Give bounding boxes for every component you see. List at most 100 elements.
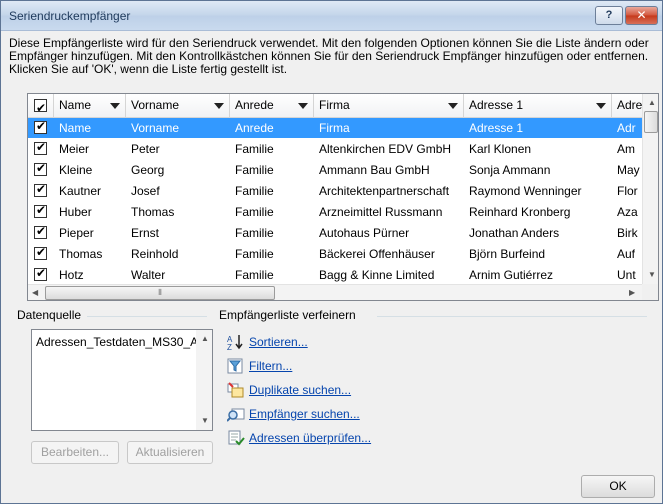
datasource-group-label: Datenquelle	[17, 308, 85, 322]
header-checkbox-cell[interactable]	[28, 94, 54, 118]
table-cell: Familie	[235, 247, 274, 261]
table-cell: Peter	[131, 142, 160, 156]
find-recipient-link-label[interactable]: Empfänger suchen...	[249, 405, 360, 423]
table-cell: Adresse 1	[469, 121, 524, 135]
table-cell: Pieper	[59, 226, 94, 240]
vertical-scrollbar[interactable]: ▲ ▼	[642, 94, 658, 284]
column-header-adresse1[interactable]: Adresse 1	[464, 94, 612, 118]
datasource-list[interactable]: Adressen_Testdaten_MS30_Ac ▲ ▼	[31, 329, 213, 431]
datasource-scrollbar[interactable]: ▲ ▼	[196, 330, 212, 430]
edit-button[interactable]: Bearbeiten...	[31, 441, 119, 464]
table-cell: Hotz	[59, 268, 84, 282]
table-cell: Arnim Gutiérrez	[469, 268, 554, 282]
recipient-checkbox[interactable]	[34, 182, 47, 197]
table-cell: Georg	[131, 163, 165, 177]
table-row[interactable]: Huber Thomas Familie Arzneimittel Russmann R…	[28, 202, 658, 222]
table-cell: Ernst	[131, 226, 160, 240]
scroll-corner	[642, 284, 658, 300]
help-button[interactable]: ?	[595, 6, 623, 25]
column-dropdown-icon[interactable]	[596, 103, 606, 109]
description-line: Klicken Sie auf 'OK', wenn die Liste fer…	[9, 62, 288, 76]
find-recipient-icon	[227, 408, 245, 422]
table-cell: Aza	[617, 205, 638, 219]
find-duplicates-link-label[interactable]: Duplikate suchen...	[249, 381, 351, 399]
table-cell: Reinhard Kronberg	[469, 205, 571, 219]
duplicates-icon	[227, 382, 244, 398]
table-cell: Josef	[131, 184, 160, 198]
column-header-anrede[interactable]: Anrede	[230, 94, 314, 118]
title-bar: Seriendruckempfänger ? ✕	[1, 1, 662, 31]
recipient-checkbox[interactable]	[34, 266, 47, 281]
horizontal-scrollbar[interactable]: ◀ ⦀ ▶	[28, 284, 642, 300]
table-cell: Firma	[319, 121, 350, 135]
recipient-checkbox[interactable]	[34, 224, 47, 239]
ok-button[interactable]: OK	[581, 475, 655, 498]
column-header-label: Anrede	[235, 98, 274, 112]
table-row[interactable]: Thomas Reinhold Familie Bäckerei Offenhäuse…	[28, 244, 658, 264]
table-cell: Kautner	[59, 184, 102, 198]
scroll-up-icon[interactable]: ▲	[201, 334, 209, 343]
column-header-firma[interactable]: Firma	[314, 94, 464, 118]
validate-addresses-link-label[interactable]: Adressen überprüfen...	[249, 429, 371, 447]
vertical-scroll-thumb[interactable]	[644, 111, 658, 133]
scroll-up-icon[interactable]: ▲	[648, 98, 656, 107]
group-divider	[377, 316, 647, 317]
table-cell: Familie	[235, 184, 274, 198]
column-dropdown-icon[interactable]	[214, 103, 224, 109]
horizontal-scroll-thumb[interactable]: ⦀	[45, 286, 275, 300]
validate-addresses-icon	[228, 430, 245, 446]
table-cell: Walter	[131, 268, 166, 282]
recipient-grid[interactable]: Name Vorname Anrede Firma Adresse 1 Adre	[27, 93, 659, 301]
table-cell: Familie	[235, 163, 274, 177]
column-dropdown-icon[interactable]	[110, 103, 120, 109]
table-cell: May	[617, 163, 640, 177]
table-row[interactable]: Meier Peter Familie Altenkirchen EDV GmbH Ka…	[28, 139, 658, 159]
table-cell: Bäckerei Offenhäuser	[319, 247, 435, 261]
column-header-label: Adresse 1	[469, 98, 524, 112]
table-cell: Familie	[235, 226, 274, 240]
table-cell: Björn Burfeind	[469, 247, 546, 261]
column-dropdown-icon[interactable]	[448, 103, 458, 109]
filter-link-label[interactable]: Filtern...	[249, 357, 292, 375]
refine-group-label: Empfängerliste verfeinern	[219, 308, 359, 322]
table-row[interactable]: Pieper Ernst Familie Autohaus Pürner Jonatha…	[28, 223, 658, 243]
scroll-down-icon[interactable]: ▼	[648, 270, 656, 279]
recipient-checkbox[interactable]	[34, 203, 47, 218]
sort-icon: A Z	[227, 335, 243, 350]
table-row[interactable]: Kleine Georg Familie Ammann Bau GmbH Sonja A…	[28, 160, 658, 180]
table-cell: Flor	[617, 184, 638, 198]
table-cell: Familie	[235, 268, 274, 282]
table-cell: Huber	[59, 205, 92, 219]
table-cell: Raymond Wenninger	[469, 184, 582, 198]
description-text: Diese Empfängerliste wird für den Serien…	[9, 37, 655, 76]
recipient-checkbox[interactable]	[34, 161, 47, 176]
table-cell: Arzneimittel Russmann	[319, 205, 443, 219]
table-row[interactable]: Hotz Walter Familie Bagg & Kinne Limited Arn…	[28, 265, 658, 285]
table-cell: Familie	[235, 205, 274, 219]
recipient-checkbox[interactable]	[34, 140, 47, 155]
recipient-checkbox[interactable]	[34, 119, 47, 134]
sort-link-label[interactable]: Sortieren...	[249, 333, 308, 351]
scroll-right-icon[interactable]: ▶	[629, 288, 635, 297]
table-row[interactable]: Name Vorname Anrede Firma Adresse 1 Adr	[28, 118, 658, 138]
column-header-name[interactable]: Name	[54, 94, 126, 118]
table-cell: Altenkirchen EDV GmbH	[319, 142, 452, 156]
close-button[interactable]: ✕	[625, 6, 658, 25]
table-cell: Thomas	[59, 247, 103, 261]
grid-header: Name Vorname Anrede Firma Adresse 1 Adre	[28, 94, 658, 118]
column-header-vorname[interactable]: Vorname	[126, 94, 230, 118]
column-header-label: Firma	[319, 98, 350, 112]
recipient-checkbox[interactable]	[34, 245, 47, 260]
scroll-left-icon[interactable]: ◀	[32, 288, 38, 297]
scroll-down-icon[interactable]: ▼	[201, 416, 209, 425]
refresh-button[interactable]: Aktualisieren	[127, 441, 213, 464]
group-divider	[87, 316, 207, 317]
table-cell: Birk	[617, 226, 638, 240]
table-row[interactable]: Kautner Josef Familie Architektenpartnersch…	[28, 181, 658, 201]
window-title: Seriendruckempfänger	[9, 9, 131, 23]
select-all-checkbox[interactable]	[34, 97, 47, 118]
column-header-adresse2[interactable]: Adre	[612, 94, 642, 118]
table-cell: Architektenpartnerschaft	[319, 184, 450, 198]
datasource-item[interactable]: Adressen_Testdaten_MS30_Ac	[36, 335, 204, 349]
column-dropdown-icon[interactable]	[298, 103, 308, 109]
